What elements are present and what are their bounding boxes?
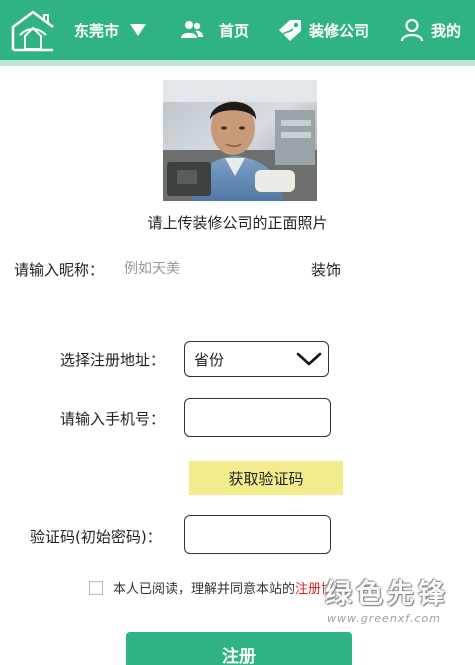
get-code-button[interactable]: 获取验证码 — [189, 461, 343, 495]
city-selector[interactable]: 东莞市 — [74, 0, 148, 60]
verification-code-input[interactable] — [184, 515, 331, 554]
nav-home[interactable]: 首页 — [181, 0, 249, 60]
agreement-text: 本人已阅读，理解并同意本站的 — [113, 582, 296, 597]
province-select[interactable]: 省份 — [184, 341, 329, 377]
tag-icon — [279, 20, 301, 41]
province-select-value: 省份 — [194, 350, 225, 369]
nav-home-label: 首页 — [219, 21, 250, 40]
nickname-label: 请输入昵称： — [14, 261, 105, 279]
company-photo-upload[interactable] — [163, 80, 317, 201]
caret-down-icon — [130, 24, 147, 36]
watermark-url: www.greenxf.com — [327, 612, 441, 625]
watermark-text: 绿色先锋 — [325, 579, 449, 610]
user-icon — [400, 18, 424, 42]
nav-mine[interactable]: 我的 — [400, 0, 461, 60]
top-nav-bar: 东莞市 首页 装修公司 我的 — [0, 0, 475, 60]
nav-decoration-company[interactable]: 装修公司 — [277, 0, 369, 60]
chevron-down-icon — [296, 352, 322, 366]
agreement-row: 本人已阅读，理解并同意本站的 注册协议 — [89, 578, 347, 597]
house-logo-icon[interactable] — [10, 9, 56, 52]
nav-mine-label: 我的 — [431, 21, 462, 40]
agree-checkbox[interactable] — [89, 580, 103, 595]
nav-decoration-company-label: 装修公司 — [309, 21, 370, 40]
city-label: 东莞市 — [74, 21, 120, 40]
nickname-suffix: 装饰 — [311, 261, 342, 279]
nickname-input[interactable] — [124, 257, 304, 281]
photo-upload-caption: 请上传装修公司的正面照片 — [147, 214, 328, 232]
phone-label: 请输入手机号： — [60, 410, 166, 428]
address-label: 选择注册地址： — [60, 351, 166, 369]
register-button[interactable]: 注册 — [126, 632, 352, 665]
users-icon — [181, 21, 203, 38]
verification-code-label: 验证码(初始密码)： — [30, 528, 162, 546]
phone-input[interactable] — [184, 398, 331, 437]
watermark: 绿色先锋 www.greenxf.com — [325, 572, 465, 642]
nav-divider — [0, 60, 475, 66]
